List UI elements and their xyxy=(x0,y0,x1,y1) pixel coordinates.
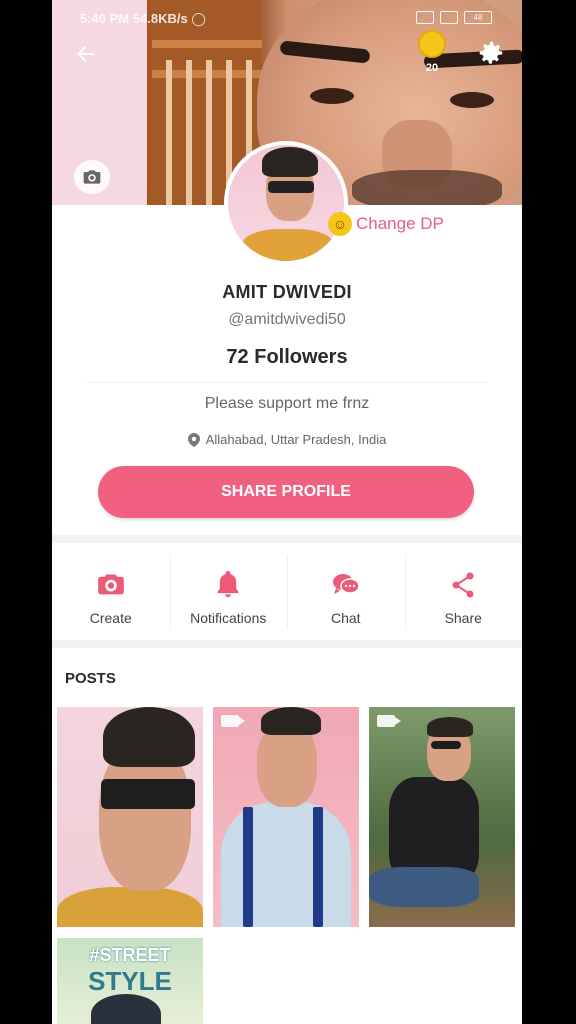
location-pin-icon xyxy=(187,432,200,447)
change-cover-button[interactable] xyxy=(74,160,110,194)
camera-icon xyxy=(97,570,125,600)
post-overlay-text: #STREET STYLE xyxy=(57,942,203,994)
post-thumbnail[interactable]: #STREET STYLE xyxy=(57,938,203,1024)
avatar[interactable] xyxy=(228,145,344,261)
status-bar: 5:40 PM 54.8KB/s ◯ 48 xyxy=(52,6,522,30)
share-label: Share xyxy=(444,610,482,626)
bell-icon xyxy=(216,570,240,600)
posts-section: POSTS #STREET STYLE xyxy=(52,648,522,1024)
chat-label: Chat xyxy=(330,610,361,626)
profile-screen: 5:40 PM 54.8KB/s ◯ 48 20 ☺ Change DP AMI… xyxy=(52,0,522,1024)
notifications-label: Notifications xyxy=(190,610,267,626)
post-thumbnail[interactable] xyxy=(213,707,359,927)
profile-handle: @amitdwivedi50 xyxy=(228,311,346,328)
post-thumbnail[interactable] xyxy=(369,707,515,927)
profile-bio: Please support me frnz xyxy=(204,395,370,412)
change-dp-label: Change DP xyxy=(356,214,444,233)
camera-icon xyxy=(83,170,101,184)
post-overlay-hashtag: #STREET xyxy=(89,945,171,965)
divider xyxy=(86,382,488,383)
share-icon xyxy=(451,570,475,600)
share-profile-button[interactable]: SHARE PROFILE xyxy=(98,466,474,518)
profile-name: AMIT DWIVEDI xyxy=(222,282,352,302)
video-icon xyxy=(377,715,401,727)
notifications-button[interactable]: Notifications xyxy=(169,543,288,640)
video-icon xyxy=(221,715,245,727)
share-button[interactable]: Share xyxy=(404,543,523,640)
coin-count: 20 xyxy=(425,62,439,74)
chat-icon xyxy=(332,570,360,600)
status-time: 5:40 PM xyxy=(80,11,130,26)
grin-emoji-icon: ☺ xyxy=(328,212,352,236)
post-overlay-word: STYLE xyxy=(88,966,172,996)
change-dp-button[interactable]: ☺ Change DP xyxy=(328,212,444,236)
create-label: Create xyxy=(89,610,132,626)
gear-icon xyxy=(479,41,503,64)
location-text: Allahabad, Uttar Pradesh, India xyxy=(205,432,387,447)
create-button[interactable]: Create xyxy=(52,543,170,640)
posts-title: POSTS xyxy=(65,670,116,687)
quick-actions: Create Notifications Chat Share xyxy=(52,543,522,640)
chat-button[interactable]: Chat xyxy=(287,543,405,640)
settings-button[interactable] xyxy=(476,38,506,68)
network-speed: 54.8KB/s xyxy=(132,11,188,26)
back-arrow-icon xyxy=(77,46,95,62)
coin-icon[interactable] xyxy=(418,30,446,58)
back-button[interactable] xyxy=(70,38,102,70)
post-thumbnail[interactable] xyxy=(57,707,203,927)
signal-icon xyxy=(416,11,434,24)
battery-icon: 48 xyxy=(464,11,492,24)
alarm-icon: ◯ xyxy=(191,11,206,26)
wifi-icon xyxy=(440,11,458,24)
followers-count[interactable]: 72 Followers xyxy=(52,346,522,369)
profile-location: Allahabad, Uttar Pradesh, India xyxy=(52,432,522,447)
